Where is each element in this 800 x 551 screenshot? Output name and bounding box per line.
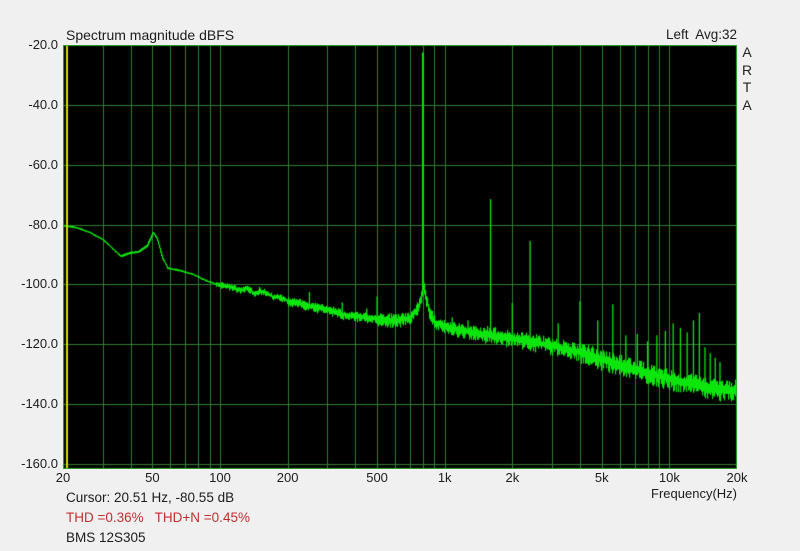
y-tick-label: -40.0 [0, 97, 58, 113]
x-tick-label: 2k [505, 470, 519, 485]
spectrum-plot-canvas[interactable] [63, 45, 737, 469]
x-tick-label: 500 [366, 470, 388, 485]
x-tick-label: 50 [145, 470, 159, 485]
x-tick-label: 5k [595, 470, 609, 485]
y-tick-label: -160.0 [0, 456, 58, 472]
channel-average-info: Left Avg:32 [666, 27, 737, 42]
cursor-readout: Cursor: 20.51 Hz, -80.55 dB [66, 490, 234, 505]
x-tick-label: 100 [209, 470, 231, 485]
y-tick-label: -140.0 [0, 396, 58, 412]
page-title: Spectrum magnitude dBFS [66, 27, 234, 43]
y-tick-label: -60.0 [0, 157, 58, 173]
arta-letter: T [740, 79, 754, 97]
y-tick-label: -120.0 [0, 336, 58, 352]
arta-logo-text: A R T A [740, 44, 754, 114]
x-axis-title: Frequency(Hz) [651, 486, 737, 501]
arta-letter: R [740, 62, 754, 80]
y-tick-label: -80.0 [0, 217, 58, 233]
arta-letter: A [740, 44, 754, 62]
x-tick-label: 20k [727, 470, 748, 485]
y-tick-label: -100.0 [0, 276, 58, 292]
x-tick-label: 200 [277, 470, 299, 485]
x-tick-label: 20 [56, 470, 70, 485]
x-tick-label: 10k [659, 470, 680, 485]
x-tick-label: 1k [438, 470, 452, 485]
memo-text: BMS 12S305 [66, 530, 146, 545]
arta-spectrum-window: { "header": { "title": "Spectrum magnitu… [0, 0, 800, 551]
arta-letter: A [740, 97, 754, 115]
thd-readout: THD =0.36% THD+N =0.45% [66, 510, 250, 525]
spectrum-plot-area [63, 45, 737, 469]
y-tick-label: -20.0 [0, 37, 58, 53]
